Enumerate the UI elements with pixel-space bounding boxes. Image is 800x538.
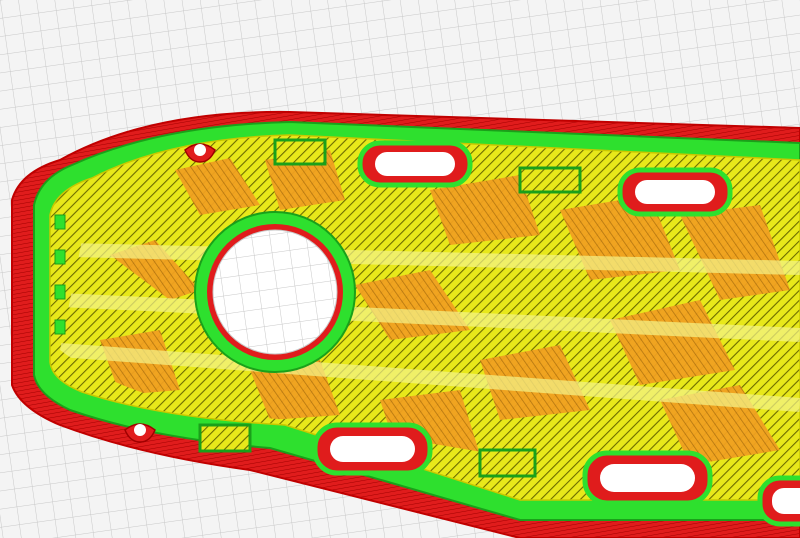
circle-icon	[213, 230, 337, 354]
slot-icon	[757, 475, 800, 527]
slot-icon	[582, 450, 713, 506]
center-hole	[194, 211, 356, 373]
slot-icon	[617, 167, 733, 217]
slot-icon	[357, 140, 473, 188]
layer-view-canvas[interactable]	[0, 0, 800, 538]
slicer-3d-viewport[interactable]	[0, 0, 800, 538]
slot-icon	[312, 422, 433, 476]
